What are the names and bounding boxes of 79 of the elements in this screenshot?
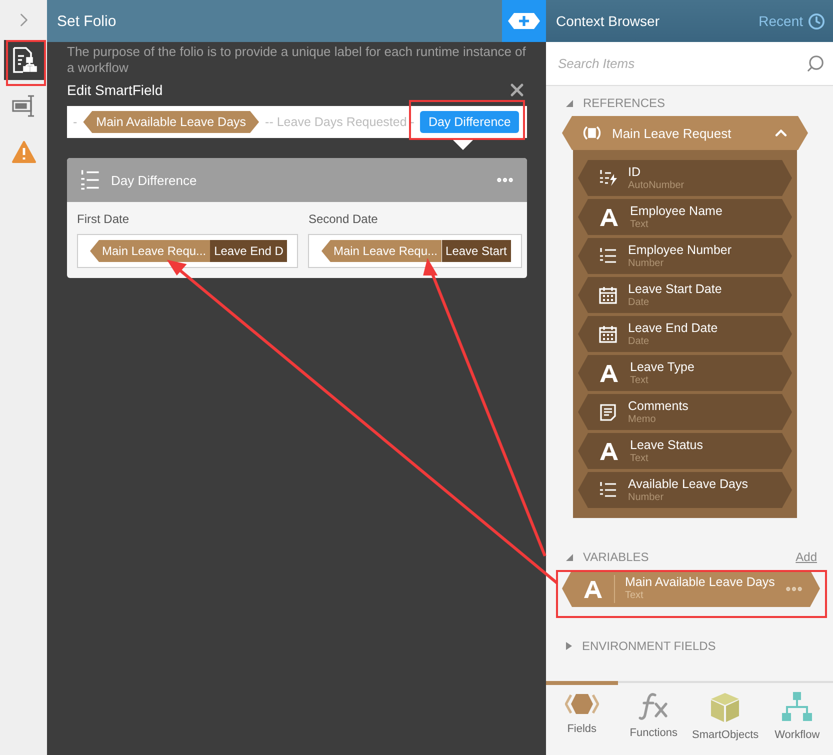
hexagon-brackets-icon	[564, 691, 599, 717]
calendar-icon	[598, 285, 618, 305]
add-button[interactable]	[502, 0, 546, 42]
text-field-icon	[10, 94, 36, 118]
field-token: Leave Start	[442, 240, 511, 262]
bottom-tab[interactable]: SmartObjects	[690, 681, 762, 755]
document-hierarchy-icon	[10, 46, 36, 74]
text-type-icon	[598, 362, 620, 384]
search-icon[interactable]	[806, 54, 825, 73]
field-name: Leave Type	[630, 360, 696, 374]
numbered-lightning-icon	[598, 168, 618, 188]
variable-name: Main Available Leave Days	[625, 575, 774, 590]
field-item[interactable]: Leave Status Text	[578, 433, 792, 469]
dialog-title: Edit SmartField	[67, 82, 163, 98]
reference-token: Main Leave Requ...	[321, 240, 442, 262]
field-item[interactable]: Available Leave Days Number	[578, 472, 792, 508]
clock-icon	[808, 12, 825, 30]
field-item[interactable]: Comments Memo	[578, 394, 792, 430]
expanded-triangle-icon[interactable]	[566, 100, 573, 106]
highlight-frame	[6, 40, 46, 86]
field-token: Leave End D	[210, 240, 288, 262]
field-name: Leave Status	[630, 438, 704, 452]
field-item[interactable]: Employee Number Number	[578, 238, 792, 274]
warning-icon	[12, 141, 36, 163]
bottom-tab[interactable]: Fields	[546, 681, 618, 755]
workflow-diagram-icon	[781, 691, 814, 723]
field-name: Leave Start Date	[628, 282, 723, 296]
plus-icon	[507, 12, 541, 30]
field-name: ID	[628, 164, 642, 180]
field-type: Text	[630, 218, 650, 230]
field-name: Employee Number	[628, 242, 733, 258]
numbered-list-icon	[598, 480, 618, 500]
field-type: Text	[630, 374, 650, 386]
bottom-tab[interactable]: Functions	[618, 681, 690, 755]
section-label: ENVIRONMENT FIELDS	[582, 639, 717, 653]
field-item[interactable]: Leave Type Text	[578, 355, 792, 391]
numbered-list-icon	[598, 246, 618, 266]
parameter-label: Second Date	[308, 212, 379, 226]
field-item[interactable]: Employee Name Text	[578, 199, 792, 235]
field-item[interactable]: Leave End Date Date	[578, 316, 792, 352]
field-name: Available Leave Days	[628, 476, 749, 492]
parameter-field[interactable]: Main Leave Requ... Leave Start	[308, 234, 522, 268]
section-label: VARIABLES	[583, 550, 650, 564]
bottom-tab[interactable]: Workflow	[761, 681, 833, 755]
search-bar[interactable]: Search Items	[546, 42, 833, 86]
function-title: Day Difference	[111, 172, 198, 188]
field-type: Date	[628, 296, 650, 308]
expanded-triangle-icon[interactable]	[566, 554, 573, 560]
parameter-label: First Date	[77, 212, 130, 226]
field-item[interactable]: ID AutoNumber	[578, 160, 792, 196]
field-type: Text	[630, 452, 650, 464]
field-type: Date	[628, 336, 650, 348]
folio-description: The purpose of the folio is to provide a unique label for each runtime instance of a workflow	[67, 44, 527, 76]
field-name: Comments	[628, 398, 690, 414]
expression-text: -	[73, 115, 78, 129]
field-type: Number	[628, 492, 665, 504]
field-type: Memo	[628, 414, 657, 426]
search-field[interactable]: Search Items	[556, 55, 806, 72]
panel-title: Set Folio	[56, 12, 118, 30]
section-label: REFERENCES	[583, 96, 666, 110]
reference-token: Main Leave Requ...	[90, 240, 210, 262]
text-type-icon	[598, 440, 620, 462]
variable-type: Text	[625, 590, 644, 602]
text-type-icon	[598, 206, 620, 228]
expression-text: -- Leave Days Requested -	[265, 115, 414, 129]
memo-icon	[598, 402, 618, 422]
field-type: Number	[628, 258, 665, 270]
panel-title: Context Browser	[556, 13, 660, 29]
field-item[interactable]: Leave Start Date Date	[578, 277, 792, 313]
sync-icon	[582, 124, 602, 142]
collapsed-triangle-icon[interactable]	[566, 642, 572, 650]
calendar-icon	[598, 324, 618, 344]
parameter-field[interactable]: Main Leave Requ... Leave End D	[77, 234, 298, 268]
sidebar-tool-button[interactable]	[4, 40, 44, 80]
field-type: AutoNumber	[628, 180, 686, 192]
numbered-list-icon	[79, 169, 101, 191]
cube-icon	[709, 691, 742, 723]
field-name: Employee Name	[630, 204, 724, 218]
field-name: Leave End Date	[628, 320, 719, 336]
